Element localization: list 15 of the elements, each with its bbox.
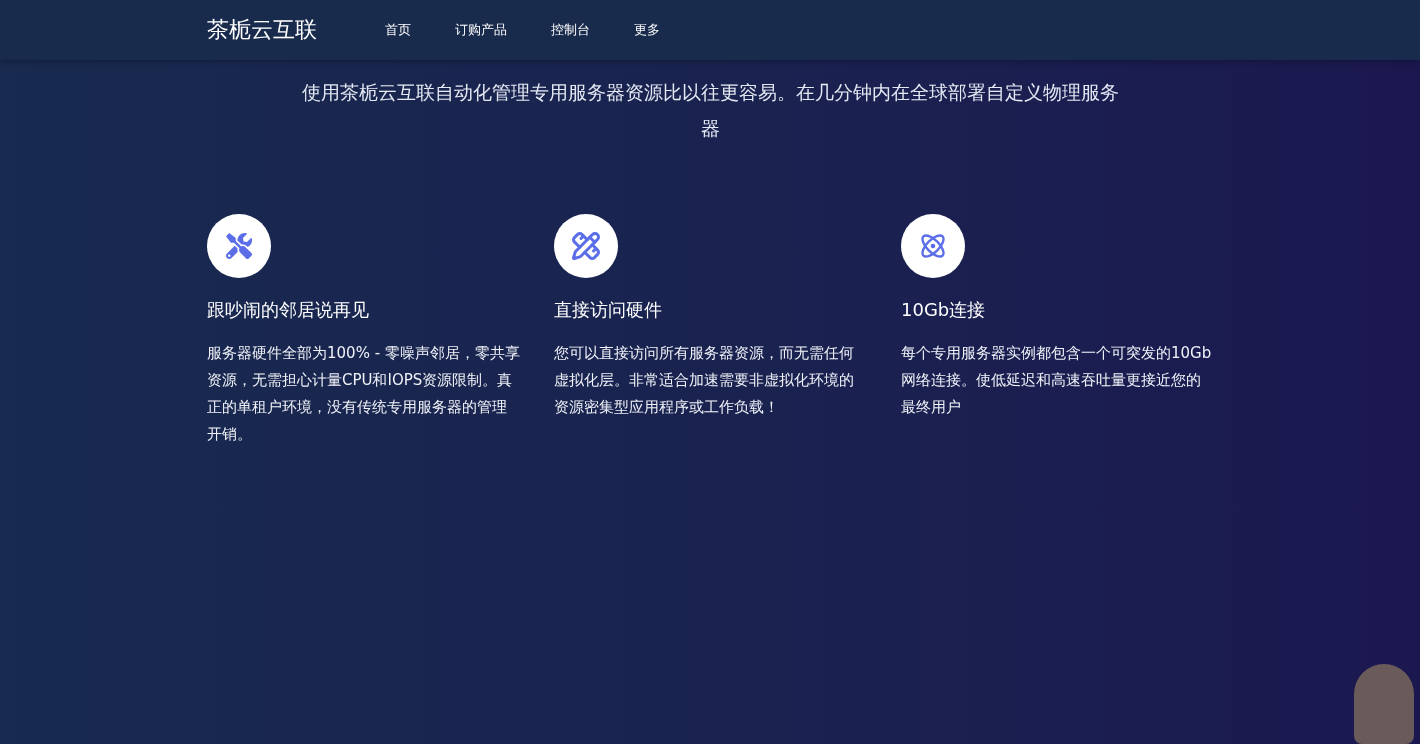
- nav-link[interactable]: 更多: [634, 21, 680, 39]
- feature-title: 直接访问硬件: [554, 298, 663, 322]
- nav-link[interactable]: 订购产品: [455, 21, 527, 39]
- feature-text: 每个专用服务器实例都包含一个可突发的10Gb网络连接。使低延迟和高速吞吐量更接近您的最终用户: [901, 343, 1213, 418]
- feature-text: 服务器硬件全部为100% - 零噪声邻居，零共享资源，无需担心计量CPU和IOPS资源限制。真正的单租户环境，没有传统专用服务器的管理开销。: [207, 343, 520, 445]
- ruler-pencil-icon: [571, 231, 601, 261]
- feature-title: 10Gb连接: [901, 298, 987, 322]
- nav-link[interactable]: 首页: [385, 21, 431, 39]
- atom-icon: [919, 232, 947, 260]
- tools-icon: [226, 233, 252, 259]
- feature-title: 跟吵闹的邻居说再见: [207, 298, 370, 322]
- feature-text: 您可以直接访问所有服务器资源，而无需任何虚拟化层。非常适合加速需要非虚拟化环境的资源密集型应用程序或工作负载！: [554, 343, 855, 418]
- nav-link[interactable]: 控制台: [551, 21, 610, 39]
- hero-text: 使用茶栀云互联自动化管理专用服务器资源比以往更容易。在几分钟内在全球部署自定义物理服务器: [300, 80, 1120, 141]
- brand-logo[interactable]: 茶栀云互联: [207, 15, 317, 45]
